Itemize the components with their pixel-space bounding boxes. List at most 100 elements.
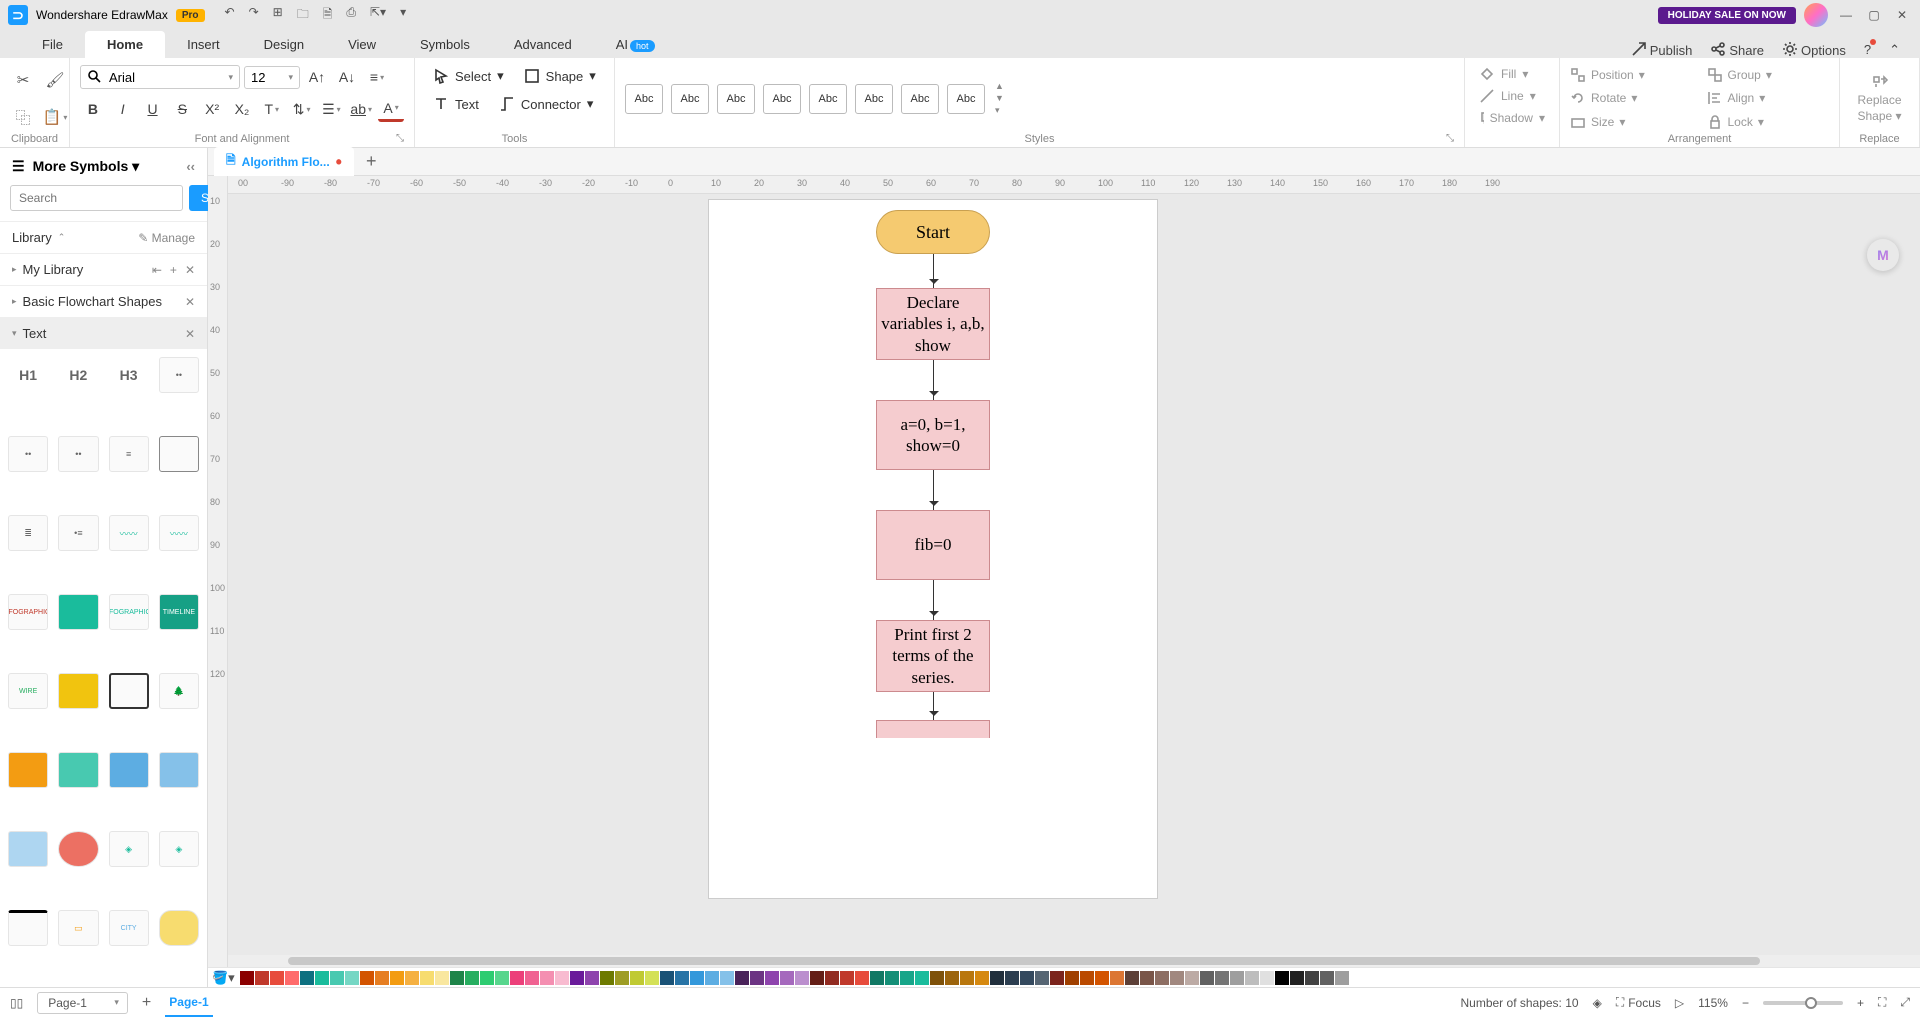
color-swatch[interactable] (1065, 971, 1079, 985)
color-swatch[interactable] (735, 971, 749, 985)
color-swatch[interactable] (900, 971, 914, 985)
color-swatch[interactable] (1080, 971, 1094, 985)
tab-design[interactable]: Design (242, 31, 326, 58)
collapse-ribbon-icon[interactable]: ⌃ (1889, 42, 1900, 58)
style-preset-5[interactable]: Abc (809, 84, 847, 114)
close-icon[interactable]: ✕ (1892, 8, 1912, 22)
size-button[interactable]: Size ▾ (1570, 114, 1693, 130)
user-avatar[interactable] (1804, 3, 1828, 27)
color-swatch[interactable] (420, 971, 434, 985)
horizontal-scrollbar[interactable] (228, 955, 1920, 967)
fullscreen-icon[interactable]: ⤢ (1900, 995, 1910, 1010)
color-swatch[interactable] (630, 971, 644, 985)
replace-shape-button[interactable]: Replace Shape ▾ (1850, 64, 1909, 133)
color-swatch[interactable] (645, 971, 659, 985)
share-button[interactable]: Share (1710, 41, 1764, 58)
color-swatch[interactable] (1125, 971, 1139, 985)
tab-view[interactable]: View (326, 31, 398, 58)
color-swatch[interactable] (495, 971, 509, 985)
shape-thumb[interactable]: ◈ (159, 831, 199, 867)
color-swatch[interactable] (240, 971, 254, 985)
shape-thumb[interactable] (8, 910, 48, 946)
color-swatch[interactable] (780, 971, 794, 985)
shape-thumb[interactable] (159, 910, 199, 946)
color-swatch[interactable] (585, 971, 599, 985)
color-swatch[interactable] (1005, 971, 1019, 985)
color-swatch[interactable] (390, 971, 404, 985)
select-tool[interactable]: Select ▾ (425, 64, 512, 88)
shape-thumb[interactable]: 〰〰 (159, 515, 199, 551)
style-preset-3[interactable]: Abc (717, 84, 755, 114)
tab-home[interactable]: Home (85, 31, 165, 58)
color-swatch[interactable] (1110, 971, 1124, 985)
color-swatch[interactable] (435, 971, 449, 985)
library-section[interactable]: Library⌃ ✎ Manage (0, 221, 207, 253)
focus-button[interactable]: ⛶ Focus (1616, 995, 1661, 1010)
color-swatch[interactable] (1170, 971, 1184, 985)
manage-button[interactable]: ✎ Manage (138, 231, 195, 245)
fill-button[interactable]: Fill ▾ (1475, 64, 1549, 84)
color-swatch[interactable] (705, 971, 719, 985)
color-swatch[interactable] (480, 971, 494, 985)
color-swatch[interactable] (1200, 971, 1214, 985)
align-button[interactable]: Align ▾ (1707, 90, 1830, 106)
tab-symbols[interactable]: Symbols (398, 31, 492, 58)
color-swatch[interactable] (300, 971, 314, 985)
decrease-font-icon[interactable]: A↓ (334, 64, 360, 90)
zoom-level[interactable]: 115% (1698, 996, 1728, 1010)
color-swatch[interactable] (285, 971, 299, 985)
color-swatch[interactable] (375, 971, 389, 985)
color-swatch[interactable] (510, 971, 524, 985)
search-input[interactable] (10, 185, 183, 211)
flowchart-process-4[interactable]: Print first 2 terms of the series. (876, 620, 990, 692)
open-icon[interactable]: 🗀 (297, 5, 309, 26)
ai-badge[interactable]: M (1866, 238, 1900, 272)
color-swatch[interactable] (345, 971, 359, 985)
shape-thumb[interactable]: •• (8, 436, 48, 472)
shadow-button[interactable]: Shadow ▾ (1475, 108, 1549, 128)
shape-thumb[interactable]: 🌲 (159, 673, 199, 709)
add-icon[interactable]: + (170, 263, 177, 277)
text-tool[interactable]: Text (425, 92, 487, 116)
tab-advanced[interactable]: Advanced (492, 31, 594, 58)
page-layout-icon[interactable]: ▯▯ (10, 996, 23, 1010)
shape-thumb[interactable] (159, 436, 199, 472)
lock-button[interactable]: Lock ▾ (1707, 114, 1830, 130)
color-swatch[interactable] (810, 971, 824, 985)
flowchart-process-1[interactable]: Declare variables i, a,b, show (876, 288, 990, 360)
shape-thumb[interactable]: INFOGRAPHICS (8, 594, 48, 630)
group-button[interactable]: Group ▾ (1707, 67, 1830, 83)
color-swatch[interactable] (840, 971, 854, 985)
add-page-button[interactable]: + (142, 994, 151, 1012)
superscript-button[interactable]: X² (199, 96, 225, 122)
style-preset-7[interactable]: Abc (901, 84, 939, 114)
align-horizontal-icon[interactable]: ≡ (364, 64, 390, 90)
export-icon[interactable]: ⇱▾ (370, 5, 386, 26)
shape-thumb[interactable]: WIRE (8, 673, 48, 709)
format-painter-icon[interactable]: 🖌 (42, 67, 68, 93)
close-text-icon[interactable]: ✕ (185, 327, 195, 341)
color-swatch[interactable] (450, 971, 464, 985)
print-icon[interactable]: ⎙ (346, 5, 356, 26)
color-swatch[interactable] (795, 971, 809, 985)
font-color-icon[interactable]: A (378, 96, 404, 122)
color-swatch[interactable] (615, 971, 629, 985)
cut-icon[interactable]: ✂ (10, 67, 36, 93)
shape-thumb[interactable]: ≡ (109, 436, 149, 472)
flowchart-process-2[interactable]: a=0, b=1, show=0 (876, 400, 990, 470)
basic-flowchart-section[interactable]: ▸Basic Flowchart Shapes ✕ (0, 285, 207, 317)
style-preset-2[interactable]: Abc (671, 84, 709, 114)
shape-h3[interactable]: H3 (109, 357, 149, 393)
color-swatch[interactable] (930, 971, 944, 985)
line-spacing-icon[interactable]: ⇅ (289, 96, 315, 122)
document-tab[interactable]: 🗎 Algorithm Flo... • (214, 147, 354, 176)
maximize-icon[interactable]: ▢ (1864, 8, 1884, 22)
help-icon[interactable]: ? (1864, 42, 1871, 57)
color-swatch[interactable] (1350, 971, 1364, 985)
style-preset-8[interactable]: Abc (947, 84, 985, 114)
zoom-in-button[interactable]: + (1857, 996, 1864, 1010)
color-swatch[interactable] (825, 971, 839, 985)
color-swatch[interactable] (720, 971, 734, 985)
color-swatch[interactable] (675, 971, 689, 985)
shape-thumb[interactable] (109, 752, 149, 788)
